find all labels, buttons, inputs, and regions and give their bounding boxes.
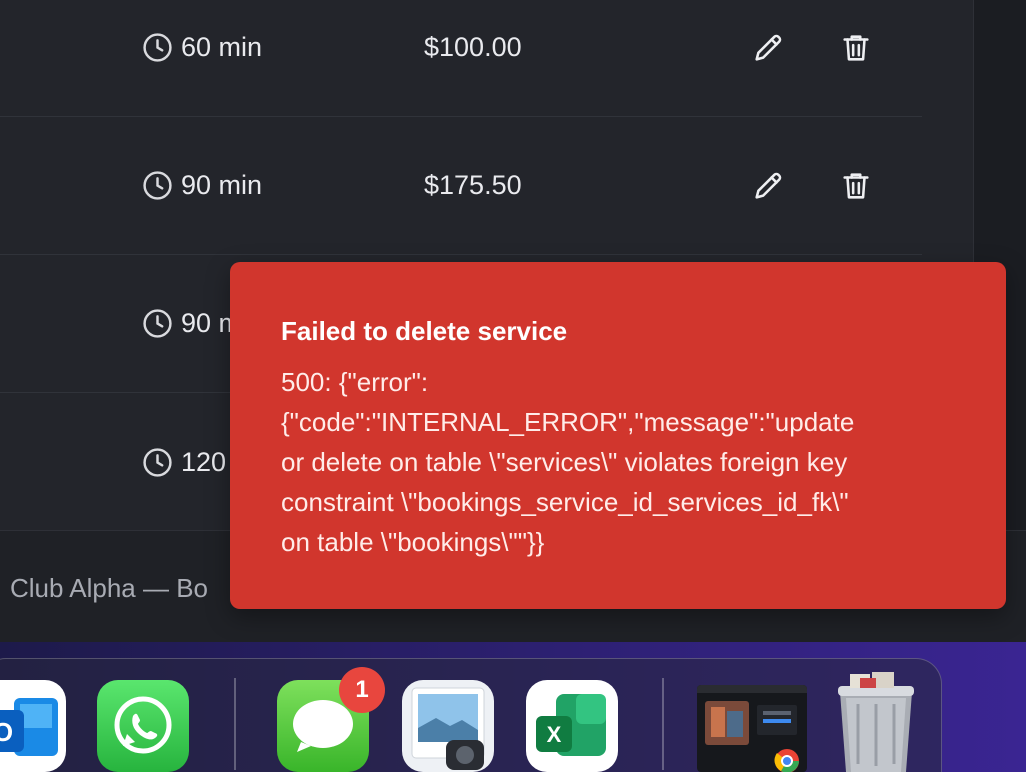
toast-message-line: constraint \"bookings_service_id_service… [281, 487, 849, 517]
svg-text:O: O [0, 717, 13, 747]
edit-button[interactable] [748, 166, 788, 206]
delete-button[interactable] [836, 28, 876, 68]
table-row: 60 min $100.00 [0, 0, 922, 117]
clock-icon [143, 309, 172, 338]
clock-icon [143, 33, 172, 62]
toast-message: 500: {"error": {"code":"INTERNAL_ERROR",… [281, 362, 966, 562]
toast-message-line: 500: {"error": [281, 367, 429, 397]
clock-icon [143, 447, 172, 477]
price-cell: $100.00 [424, 32, 522, 62]
edit-button[interactable] [748, 28, 788, 68]
dock-separator [234, 678, 236, 770]
duration-text: 60 min [181, 32, 263, 62]
duration-text: 90 min [181, 170, 263, 200]
toast-message-line: on table \"bookings\""}} [281, 527, 545, 557]
dock-separator [662, 678, 664, 770]
toast-message-line: or delete on table \"services\" violates… [281, 447, 848, 477]
duration-cell: 60 min [142, 0, 262, 116]
toast-title: Failed to delete service [281, 316, 568, 346]
footer-text: Club Alpha — Bo [10, 573, 209, 603]
whatsapp-icon[interactable] [97, 680, 189, 772]
error-toast[interactable]: Failed to delete service 500: {"error": … [230, 262, 1006, 609]
notification-badge: 1 [339, 667, 385, 713]
trash-icon[interactable] [832, 670, 920, 772]
trash-icon [843, 34, 869, 61]
chrome-window-thumbnail[interactable] [697, 685, 807, 772]
trash-icon [843, 172, 869, 199]
table-row: 90 min $175.50 [0, 117, 922, 255]
duration-cell: 90 min [142, 117, 262, 254]
pencil-icon [755, 34, 782, 61]
excel-icon[interactable]: X [526, 680, 618, 772]
pencil-icon [755, 172, 782, 199]
svg-text:X: X [547, 722, 562, 747]
toast-message-line: {"code":"INTERNAL_ERROR","message":"upda… [281, 407, 855, 437]
preview-icon[interactable] [402, 680, 494, 772]
clock-icon [143, 171, 172, 200]
outlook-icon[interactable]: O [0, 680, 66, 772]
price-cell: $175.50 [424, 170, 522, 200]
delete-button[interactable] [836, 166, 876, 206]
